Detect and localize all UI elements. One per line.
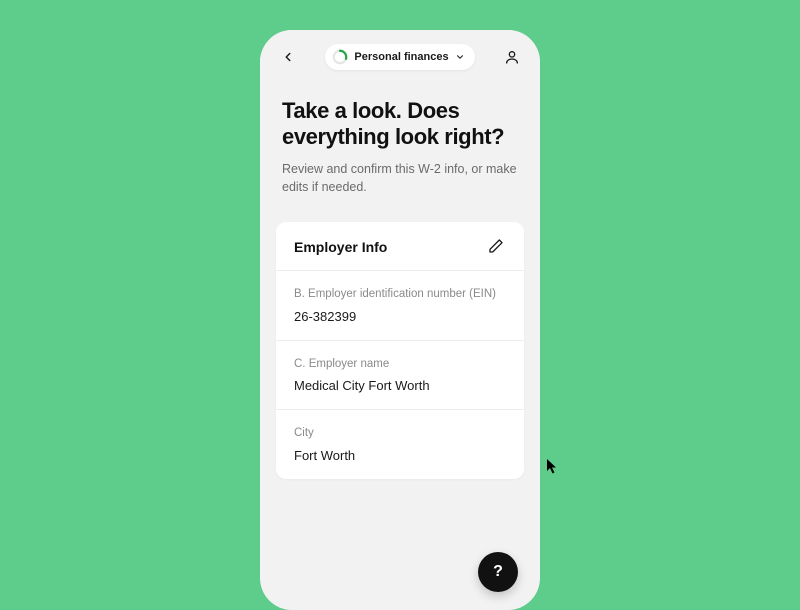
field-ein[interactable]: B. Employer identification number (EIN) … (276, 271, 524, 341)
card-header: Employer Info (276, 222, 524, 271)
back-button[interactable] (276, 45, 300, 69)
content-area: Take a look. Does everything look right?… (260, 80, 540, 196)
field-value: Fort Worth (294, 448, 506, 463)
field-label: C. Employer name (294, 357, 506, 373)
chevron-left-icon (281, 50, 295, 64)
profile-button[interactable] (500, 45, 524, 69)
mouse-cursor-icon (547, 459, 559, 475)
page-title: Take a look. Does everything look right? (282, 98, 518, 150)
phone-frame: Personal finances Take a look. Does ever… (260, 30, 540, 610)
person-icon (504, 49, 520, 65)
help-icon: ? (493, 563, 503, 581)
chevron-down-icon (455, 52, 465, 62)
field-city[interactable]: City Fort Worth (276, 410, 524, 479)
field-label: City (294, 426, 506, 442)
context-chip[interactable]: Personal finances (325, 44, 474, 70)
field-employer-name[interactable]: C. Employer name Medical City Fort Worth (276, 341, 524, 411)
context-chip-label: Personal finances (354, 51, 448, 63)
field-value: 26-382399 (294, 309, 506, 324)
app-header: Personal finances (260, 30, 540, 80)
help-button[interactable]: ? (478, 552, 518, 592)
employer-info-card: Employer Info B. Employer identification… (276, 222, 524, 479)
page-subtitle: Review and confirm this W-2 info, or mak… (282, 160, 518, 196)
pencil-icon (488, 238, 504, 254)
progress-ring-icon (332, 49, 348, 65)
card-title: Employer Info (294, 239, 387, 255)
field-value: Medical City Fort Worth (294, 378, 506, 393)
field-label: B. Employer identification number (EIN) (294, 287, 506, 303)
edit-button[interactable] (488, 238, 506, 256)
